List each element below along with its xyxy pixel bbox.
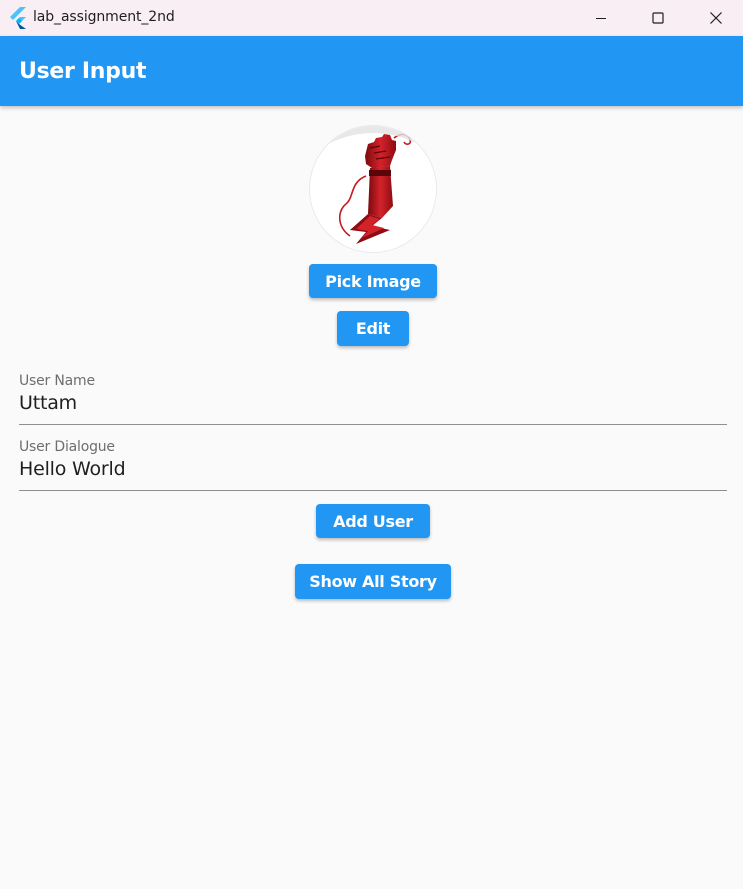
pick-image-button[interactable]: Pick Image <box>309 264 437 298</box>
flutter-logo-icon <box>10 7 26 29</box>
close-button[interactable] <box>687 0 743 36</box>
maximize-icon <box>652 12 664 24</box>
user-name-label: User Name <box>19 373 95 389</box>
user-dialogue-label: User Dialogue <box>19 439 115 455</box>
add-user-button[interactable]: Add User <box>316 504 430 538</box>
edit-button[interactable]: Edit <box>337 311 409 346</box>
user-name-field[interactable]: User Name <box>19 368 727 425</box>
close-icon <box>710 12 722 24</box>
user-name-input[interactable] <box>19 392 719 414</box>
page-title: User Input <box>19 59 147 84</box>
minimize-icon <box>596 18 606 19</box>
app-bar: User Input <box>0 36 743 106</box>
window-title: lab_assignment_2nd <box>33 9 175 25</box>
avatar <box>310 126 436 252</box>
window-titlebar: lab_assignment_2nd <box>0 0 743 36</box>
minimize-button[interactable] <box>572 0 630 36</box>
raised-fist-lightning-icon <box>310 126 436 252</box>
maximize-button[interactable] <box>629 0 687 36</box>
show-all-story-button[interactable]: Show All Story <box>295 564 451 599</box>
user-dialogue-input[interactable] <box>19 458 719 480</box>
user-dialogue-field[interactable]: User Dialogue <box>19 434 727 491</box>
